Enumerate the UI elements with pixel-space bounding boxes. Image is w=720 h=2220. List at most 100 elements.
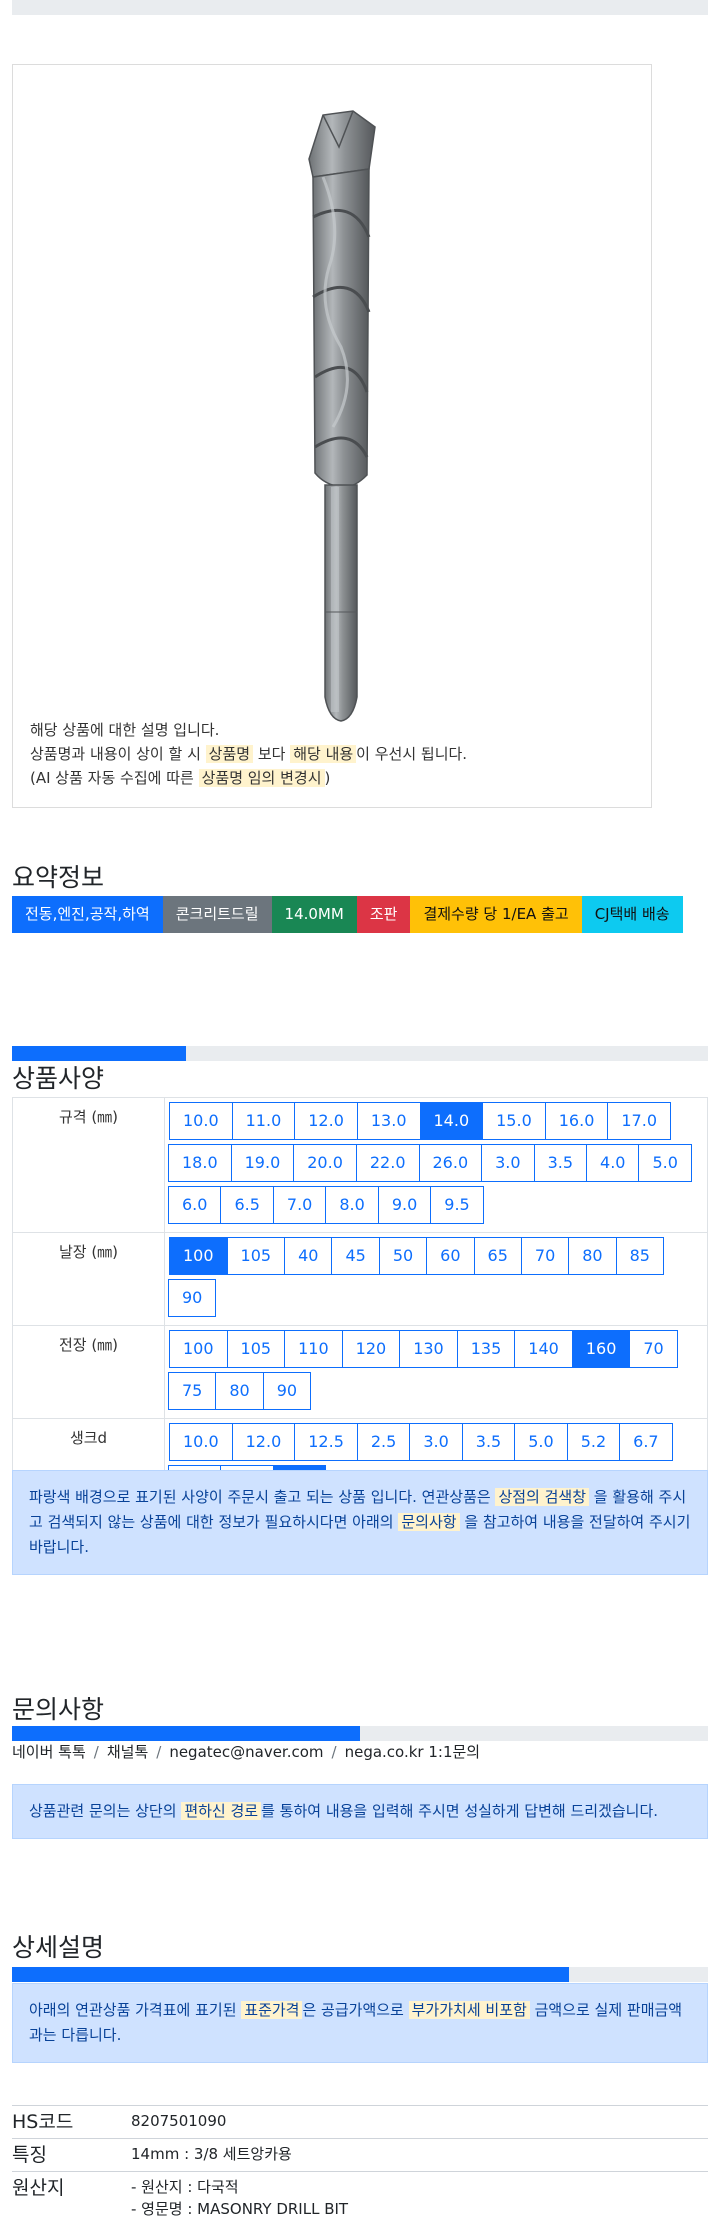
summary-badge: CJ택배 배송 — [581, 896, 683, 933]
top-bar — [12, 0, 708, 15]
spec-option-button[interactable]: 26.0 — [418, 1144, 483, 1182]
spec-option-button[interactable]: 50 — [378, 1237, 428, 1275]
inquiry-title: 문의사항 — [12, 1695, 105, 1724]
spec-option-button[interactable]: 22.0 — [355, 1144, 420, 1182]
spec-option-button[interactable]: 120 — [341, 1330, 401, 1368]
spec-option-button[interactable]: 90 — [262, 1372, 312, 1410]
spec-option-button[interactable]: 5.0 — [638, 1144, 692, 1182]
info-row: 특징 14mm : 3/8 세트앙카용 — [12, 2138, 708, 2172]
spec-label: 규격 (㎜) — [12, 1097, 165, 1233]
spec-option-button[interactable]: 12.5 — [294, 1423, 358, 1461]
spec-option-button[interactable]: 105 — [226, 1330, 286, 1368]
spec-option-button[interactable]: 3.5 — [533, 1144, 588, 1182]
inquiry-channels: 네이버 톡톡 / 채널톡 / negatec@naver.com / nega.co.kr … — [12, 1741, 480, 1762]
spec-option-button[interactable]: 3.0 — [481, 1144, 535, 1182]
product-description: 해당 상품에 대한 설명 입니다. 상품명과 내용이 상이 할 시 상품명 보다… — [30, 718, 467, 790]
summary-badge: 전동,엔진,공작,하역 — [12, 896, 163, 933]
spec-option-button[interactable]: 100 — [169, 1330, 228, 1368]
description-line-1: 해당 상품에 대한 설명 입니다. — [30, 718, 467, 742]
spec-option-button[interactable]: 140 — [514, 1330, 573, 1368]
spec-option-button[interactable]: 2.5 — [356, 1423, 411, 1461]
spec-row: 전장 (㎜) 100 105 110 120 130 135 140 160 70 75 80 90 — [12, 1325, 708, 1419]
spec-option-button[interactable]: 110 — [284, 1330, 343, 1368]
spec-option-button[interactable]: 6.5 — [220, 1186, 274, 1224]
summary-badge: 결제수량 당 1/EA 출고 — [410, 896, 582, 933]
specs-title: 상품사양 — [12, 1064, 105, 1093]
info-row: HS코드 8207501090 — [12, 2105, 708, 2139]
summary-badge: 콘크리트드릴 — [162, 896, 272, 933]
spec-option-button[interactable]: 9.5 — [430, 1186, 484, 1224]
spec-option-button[interactable]: 160 — [571, 1330, 631, 1368]
spec-option-button[interactable]: 130 — [399, 1330, 458, 1368]
notice-text: 이 우선시 됩니다. — [356, 745, 468, 763]
drill-bit-image — [308, 110, 376, 722]
info-value: - 원산지 : 다국적 - 영문명 : MASONRY DRILL BIT — [131, 2171, 708, 2220]
spec-option-button[interactable]: 65 — [473, 1237, 522, 1275]
spec-option-button[interactable]: 8.0 — [325, 1186, 379, 1224]
spec-notice: 파랑색 배경으로 표기된 사양이 주문시 출고 되는 상품 입니다. 연관상품은… — [12, 1470, 708, 1575]
spec-label: 전장 (㎜) — [12, 1325, 165, 1419]
spec-option-button[interactable]: 45 — [331, 1237, 380, 1275]
notice-text: (AI 상품 자동 수집에 따른 — [30, 769, 199, 787]
notice-text: ) — [324, 769, 331, 787]
spec-option-button[interactable]: 4.0 — [586, 1144, 640, 1182]
spec-option-button[interactable]: 3.5 — [461, 1423, 516, 1461]
inquiry-progress-fill — [12, 1726, 360, 1741]
info-key: 특징 — [12, 2138, 131, 2172]
spec-option-button[interactable]: 105 — [226, 1237, 286, 1275]
notice-text: 아래의 연관상품 가격표에 표기된 — [29, 2001, 242, 2019]
spec-option-button[interactable]: 12.0 — [231, 1423, 296, 1461]
spec-option-button[interactable]: 7.0 — [272, 1186, 327, 1224]
spec-option-button[interactable]: 135 — [456, 1330, 516, 1368]
spec-option-button[interactable]: 40 — [284, 1237, 333, 1275]
spec-option-button[interactable]: 75 — [168, 1372, 217, 1410]
spec-option-button[interactable]: 85 — [615, 1237, 664, 1275]
spec-option-button[interactable]: 90 — [168, 1279, 217, 1317]
inquiry-channel-link[interactable]: negatec@naver.com — [169, 1743, 323, 1761]
summary-title: 요약정보 — [12, 863, 105, 892]
spec-option-button[interactable]: 3.0 — [409, 1423, 463, 1461]
spec-option-button[interactable]: 80 — [568, 1237, 617, 1275]
spec-option-button[interactable]: 13.0 — [356, 1102, 421, 1140]
spec-option-button[interactable]: 12.0 — [294, 1102, 358, 1140]
detail-title: 상세설명 — [12, 1933, 105, 1962]
info-key: 원산지 — [12, 2171, 131, 2220]
inquiry-channel-link[interactable]: 채널톡 — [107, 1743, 148, 1761]
spec-option-button[interactable]: 15.0 — [482, 1102, 546, 1140]
spec-option-button[interactable]: 9.0 — [377, 1186, 432, 1224]
spec-option-button[interactable]: 11.0 — [231, 1102, 296, 1140]
inquiry-channel-link[interactable]: nega.co.kr 1:1문의 — [345, 1743, 481, 1761]
notice-text: 은 공급가액으로 — [302, 2001, 409, 2019]
breadcrumb-separator: / — [93, 1743, 99, 1761]
spec-option-button[interactable]: 19.0 — [230, 1144, 295, 1182]
spec-option-group: 10.0 11.0 12.0 13.0 14.0 15.0 16.0 17.0 18.0 19.0… — [168, 1102, 707, 1228]
spec-option-button[interactable]: 10.0 — [169, 1423, 233, 1461]
spec-options: 100 105 110 120 130 135 140 160 70 75 80 90 — [164, 1325, 708, 1419]
spec-row: 규격 (㎜) 10.0 11.0 12.0 13.0 14.0 15.0 16.0 17.0 18… — [12, 1097, 708, 1233]
spec-option-button[interactable]: 20.0 — [293, 1144, 357, 1182]
detail-notice: 아래의 연관상품 가격표에 표기된 표준가격 은 공급가액으로 부가가치세 비포함… — [12, 1983, 708, 2063]
highlighted-text: 상품명 임의 변경시 — [198, 769, 325, 787]
spec-option-button[interactable]: 70 — [629, 1330, 678, 1368]
notice-text: 해당 상품에 대한 설명 입니다. — [30, 721, 220, 739]
spec-option-button[interactable]: 18.0 — [168, 1144, 232, 1182]
spec-option-button[interactable]: 10.0 — [169, 1102, 233, 1140]
spec-option-button[interactable]: 70 — [520, 1237, 570, 1275]
spec-option-button[interactable]: 80 — [215, 1372, 264, 1410]
highlighted-text: 해당 내용 — [290, 745, 357, 763]
spec-option-button[interactable]: 16.0 — [544, 1102, 609, 1140]
spec-option-button[interactable]: 60 — [426, 1237, 475, 1275]
spec-options: 100 105 40 45 50 60 65 70 80 85 90 — [164, 1232, 708, 1326]
spec-option-button[interactable]: 6.7 — [619, 1423, 673, 1461]
spec-option-button[interactable]: 17.0 — [607, 1102, 671, 1140]
notice-text: 를 통하여 내용을 입력해 주시면 성실하게 답변해 드리겠습니다. — [261, 1802, 659, 1820]
highlighted-text: 편하신 경로 — [181, 1802, 262, 1820]
spec-option-button[interactable]: 5.2 — [566, 1423, 621, 1461]
spec-option-button[interactable]: 100 — [169, 1237, 228, 1275]
highlighted-text: 상점의 검색창 — [495, 1488, 590, 1506]
inquiry-channel-link[interactable]: 네이버 톡톡 — [12, 1743, 86, 1761]
spec-option-button[interactable]: 5.0 — [514, 1423, 568, 1461]
highlighted-text: 문의사항 — [398, 1513, 460, 1531]
spec-option-button[interactable]: 14.0 — [419, 1102, 484, 1140]
spec-option-button[interactable]: 6.0 — [168, 1186, 222, 1224]
